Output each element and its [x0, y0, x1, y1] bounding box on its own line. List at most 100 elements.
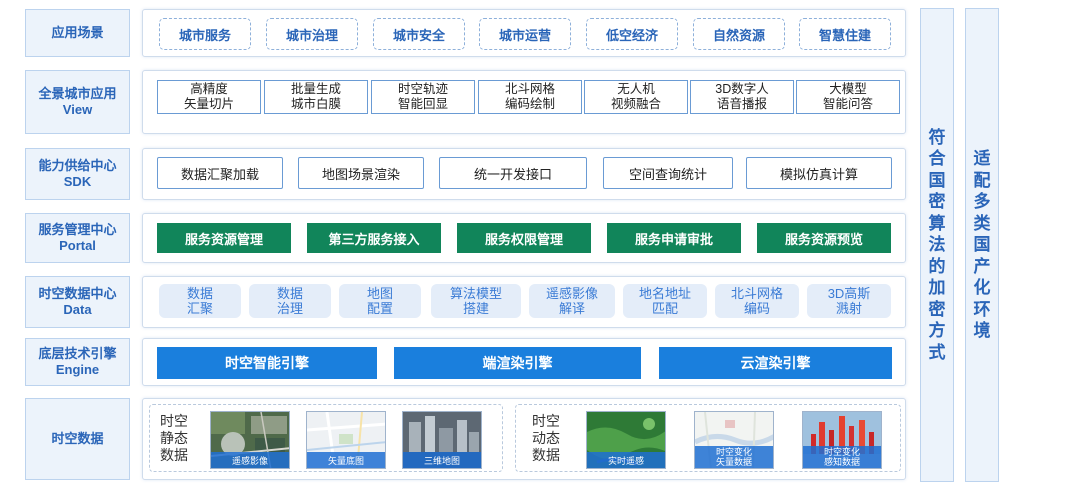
- row-label-spatiotemporal-data: 时空数据: [25, 398, 130, 480]
- scene-item: 城市安全: [373, 18, 465, 50]
- vector-basemap-thumbnail: 矢量底图: [306, 411, 386, 469]
- row-label-line: 服务管理中心: [38, 222, 117, 237]
- sdk-item: 统一开发接口: [439, 157, 587, 189]
- sdk-item: 数据汇聚加载: [157, 157, 283, 189]
- view-item-line: 矢量切片: [183, 97, 234, 111]
- scene-item: 城市运营: [479, 18, 571, 50]
- view-item: 批量生成 城市白膜: [264, 80, 368, 114]
- crypto-compliance-bar: 符 合 国 密 算 法 的 加 密 方 式: [920, 8, 954, 482]
- view-item: 北斗网格 编码绘制: [478, 80, 582, 114]
- vertical-char: 算: [928, 213, 946, 233]
- remote-sensing-thumbnail: 遥感影像: [210, 411, 290, 469]
- vertical-char: 加: [928, 278, 946, 298]
- view-item: 3D数字人 语音播报: [690, 80, 794, 114]
- row-label-engine: 底层技术引擎 Engine: [25, 338, 130, 386]
- vertical-char: 方: [928, 321, 946, 341]
- row-label-view: 全景城市应用 View: [25, 70, 130, 134]
- view-item-line: 编码绘制: [504, 97, 555, 111]
- scene-item: 自然资源: [693, 18, 785, 50]
- caption-line: 实时遥感: [607, 455, 644, 466]
- view-item-line: 城市白膜: [290, 97, 341, 111]
- row-label-line: 应用场景: [51, 25, 104, 40]
- row-label-line: 底层技术引擎: [38, 346, 117, 361]
- portal-band: 服务资源管理 第三方服务接入 服务权限管理 服务申请审批 服务资源预览: [142, 213, 906, 263]
- data-item: 算法模型 搭建: [431, 284, 521, 318]
- data-item-line: 3D高斯: [827, 286, 871, 301]
- vertical-char: 国: [973, 235, 991, 255]
- data-item: 地图 配置: [339, 284, 421, 318]
- title-line: 时空: [532, 413, 560, 429]
- engine-item: 时空智能引擎: [157, 347, 377, 379]
- data-item-line: 遥感影像: [545, 286, 598, 301]
- scene-item: 低空经济: [586, 18, 678, 50]
- data-item-line: 配置: [366, 301, 393, 316]
- change-vector-thumbnail: 时空变化 矢量数据: [694, 411, 774, 469]
- view-item: 高精度 矢量切片: [157, 80, 261, 114]
- sdk-item: 空间查询统计: [603, 157, 733, 189]
- row-label-line: Engine: [55, 362, 100, 377]
- view-item-line: 语音播报: [716, 97, 767, 111]
- row-label-portal: 服务管理中心 Portal: [25, 213, 130, 263]
- view-item: 大模型 智能问答: [796, 80, 900, 114]
- caption-line: 感知数据: [823, 457, 860, 467]
- view-item-line: 高精度: [190, 82, 228, 96]
- data-item-line: 编码: [743, 301, 770, 316]
- engine-band: 时空智能引擎 端渲染引擎 云渲染引擎: [142, 338, 906, 386]
- thumbnail-caption: 三维地图: [403, 452, 481, 468]
- caption-line: 时空变化: [715, 447, 752, 457]
- data-item-line: 解译: [558, 301, 585, 316]
- vertical-char: 环: [973, 299, 991, 319]
- engine-item: 端渲染引擎: [394, 347, 641, 379]
- sdk-band: 数据汇聚加载 地图场景渲染 统一开发接口 空间查询统计 模拟仿真计算: [142, 148, 906, 200]
- dynamic-data-title: 时空 动态 数据: [530, 413, 562, 464]
- data-item-line: 数据: [186, 286, 213, 301]
- data-item-line: 数据: [276, 286, 303, 301]
- data-item: 北斗网格 编码: [715, 284, 799, 318]
- data-item-line: 地图: [366, 286, 393, 301]
- vertical-char: 密: [928, 299, 946, 319]
- vertical-char: 合: [928, 149, 946, 169]
- thumbnail-caption: 实时遥感: [587, 452, 665, 468]
- view-item-line: 大模型: [829, 82, 867, 96]
- data-item: 遥感影像 解译: [529, 284, 615, 318]
- portal-item: 服务资源预览: [757, 223, 891, 253]
- data-item-line: 治理: [276, 301, 303, 316]
- vertical-char: 类: [973, 213, 991, 233]
- thumbnail-caption: 遥感影像: [211, 452, 289, 468]
- row-label-line: 全景城市应用: [38, 86, 117, 101]
- view-item: 无人机 视频融合: [584, 80, 688, 114]
- vertical-char: 式: [928, 342, 946, 362]
- view-item-line: 智能回显: [397, 97, 448, 111]
- sdk-item: 模拟仿真计算: [746, 157, 892, 189]
- realtime-remote-sensing-thumbnail: 实时遥感: [586, 411, 666, 469]
- data-item-line: 搭建: [462, 301, 489, 316]
- domestic-adaptation-bar: 适 配 多 类 国 产 化 环 境: [965, 8, 999, 482]
- view-item-line: 3D数字人: [715, 82, 769, 96]
- scene-item: 城市治理: [266, 18, 358, 50]
- vertical-char: 多: [973, 192, 991, 212]
- row-label-line: Data: [63, 302, 92, 317]
- data-item: 数据 汇聚: [159, 284, 241, 318]
- title-line: 数据: [160, 447, 188, 463]
- portal-item: 第三方服务接入: [307, 223, 441, 253]
- view-item-line: 时空轨迹: [397, 82, 448, 96]
- vertical-char: 境: [973, 321, 991, 341]
- data-item-line: 算法模型: [449, 286, 502, 301]
- data-band: 数据 汇聚 数据 治理 地图 配置 算法模型 搭建 遥感影像 解译 地名地址 匹…: [142, 276, 906, 328]
- data-item: 数据 治理: [249, 284, 331, 318]
- title-line: 动态: [532, 430, 560, 446]
- scene-item: 智慧住建: [799, 18, 891, 50]
- view-item: 时空轨迹 智能回显: [371, 80, 475, 114]
- row-label-line: SDK: [63, 174, 92, 189]
- row-label-line: 时空数据中心: [38, 286, 117, 301]
- vertical-char: 的: [928, 256, 946, 276]
- vertical-char: 法: [928, 235, 946, 255]
- 3d-map-thumbnail: 三维地图: [402, 411, 482, 469]
- view-item-line: 智能问答: [822, 97, 873, 111]
- row-label-line: 能力供给中心: [38, 158, 117, 173]
- static-data-title: 时空 静态 数据: [158, 413, 190, 464]
- row-label-line: View: [62, 102, 93, 117]
- data-item-line: 地名地址: [638, 286, 691, 301]
- engine-item: 云渲染引擎: [659, 347, 892, 379]
- view-item-line: 北斗网格: [504, 82, 555, 96]
